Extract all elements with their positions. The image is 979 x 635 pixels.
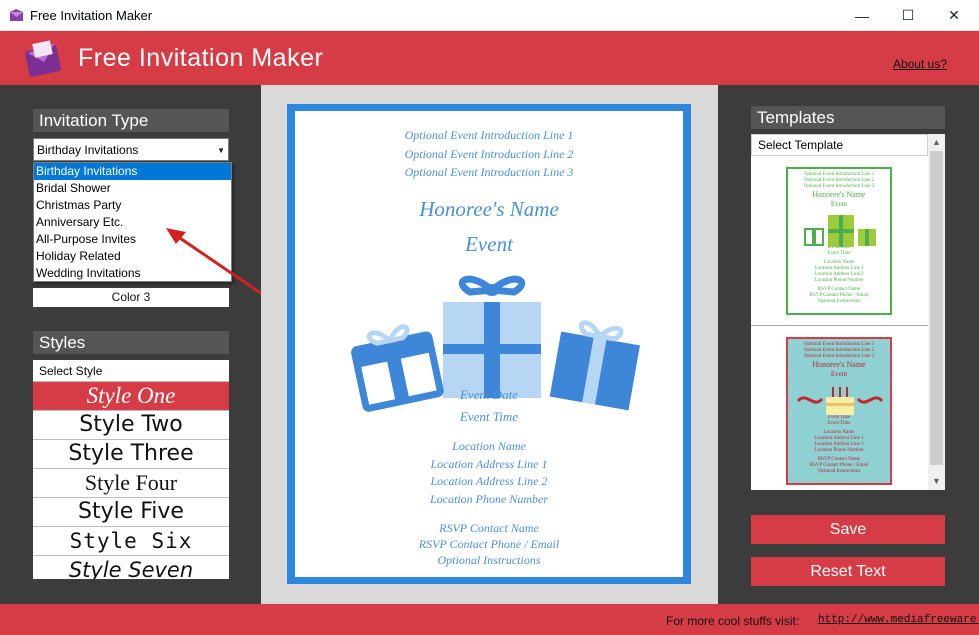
style-item[interactable]: Style Six	[33, 527, 229, 556]
intro-line-1[interactable]: Optional Event Introduction Line 1	[295, 128, 683, 143]
style-item[interactable]: Style Four	[33, 469, 229, 498]
style-item[interactable]: Style Seven	[33, 556, 229, 579]
style-item[interactable]: Style One	[33, 382, 229, 411]
location-name[interactable]: Location Name	[295, 439, 683, 454]
location-phone[interactable]: Location Phone Number	[295, 492, 683, 507]
intro-line-3[interactable]: Optional Event Introduction Line 3	[295, 165, 683, 180]
template-text: Location Phone Number	[814, 448, 864, 453]
invitation-type-selected: Birthday Invitations	[37, 143, 139, 157]
location-address-1[interactable]: Location Address Line 1	[295, 457, 683, 472]
window-title: Free Invitation Maker	[30, 8, 153, 23]
template-text: Location Phone Number	[814, 278, 864, 283]
style-item[interactable]: Style Three	[33, 440, 229, 469]
template-text: Optional Instructions	[817, 299, 861, 304]
scrollbar-thumb[interactable]	[930, 151, 943, 465]
save-button[interactable]: Save	[751, 515, 945, 544]
event-name[interactable]: Event	[295, 232, 683, 257]
dropdown-option[interactable]: Christmas Party	[34, 197, 231, 214]
template-text: Event Time	[827, 421, 851, 426]
invitation-type-select[interactable]: Birthday Invitations ▼	[33, 138, 229, 161]
select-style-header: Select Style	[33, 360, 229, 382]
select-template-header: Select Template	[751, 134, 928, 156]
close-icon: ✕	[948, 7, 960, 23]
template-text: Honoree's Name	[812, 360, 866, 369]
template-text: Event	[830, 370, 848, 378]
template-text: Event Time	[827, 251, 851, 256]
footer-text: For more cool stuffs visit:	[666, 614, 800, 628]
window-titlebar: Free Invitation Maker — ☐ ✕	[0, 0, 979, 31]
template-text: Optional Instructions	[817, 469, 861, 474]
close-button[interactable]: ✕	[931, 0, 977, 31]
envelope-logo-icon	[25, 40, 62, 77]
styles-title: Styles	[33, 331, 229, 354]
reset-text-button[interactable]: Reset Text	[751, 557, 945, 586]
green-gifts-icon	[804, 215, 876, 247]
website-link[interactable]: http://www.mediafreeware.com	[818, 614, 979, 626]
template-divider	[751, 325, 928, 326]
template-thumbnail-green[interactable]: Optional Event Introduction Line 1 Optio…	[786, 167, 892, 315]
optional-instructions[interactable]: Optional Instructions	[295, 553, 683, 568]
maximize-button[interactable]: ☐	[885, 0, 931, 31]
app-header: Free Invitation Maker About us?	[0, 31, 979, 85]
scroll-up-icon[interactable]: ▲	[928, 134, 945, 151]
birthday-cake-icon	[796, 387, 884, 415]
dropdown-option[interactable]: Bridal Shower	[34, 180, 231, 197]
about-link[interactable]: About us?	[893, 57, 947, 71]
event-date[interactable]: Event Date	[295, 387, 683, 403]
template-thumbnail-red[interactable]: Optional Event Introduction Line 1 Optio…	[786, 337, 892, 485]
dropdown-arrow-icon: ▼	[217, 146, 225, 155]
style-item[interactable]: Style Two	[33, 411, 229, 440]
template-scrollbar[interactable]: ▲ ▼	[928, 134, 945, 490]
event-time[interactable]: Event Time	[295, 409, 683, 425]
template-text: Event	[830, 200, 848, 208]
dropdown-option[interactable]: Birthday Invitations	[34, 163, 231, 180]
scroll-down-icon[interactable]: ▼	[928, 473, 945, 490]
annotation-arrow-icon	[166, 228, 263, 296]
honoree-name[interactable]: Honoree's Name	[295, 197, 683, 222]
minimize-button[interactable]: —	[839, 0, 885, 31]
intro-line-2[interactable]: Optional Event Introduction Line 2	[295, 147, 683, 162]
maximize-icon: ☐	[901, 7, 915, 23]
app-title: Free Invitation Maker	[78, 44, 324, 72]
app-icon	[10, 9, 23, 21]
style-item[interactable]: Style Five	[33, 498, 229, 527]
rsvp-contact-name[interactable]: RSVP Contact Name	[295, 521, 683, 536]
templates-title: Templates	[751, 106, 945, 129]
location-address-2[interactable]: Location Address Line 2	[295, 474, 683, 489]
minimize-icon: —	[855, 7, 869, 24]
invitation-type-title: Invitation Type	[33, 109, 229, 132]
rsvp-contact-phone[interactable]: RSVP Contact Phone / Email	[295, 537, 683, 552]
template-text: Honoree's Name	[812, 190, 866, 199]
style-list[interactable]: Style One Style Two Style Three Style Fo…	[33, 382, 229, 579]
footer-bar: For more cool stuffs visit: http://www.m…	[0, 604, 979, 635]
